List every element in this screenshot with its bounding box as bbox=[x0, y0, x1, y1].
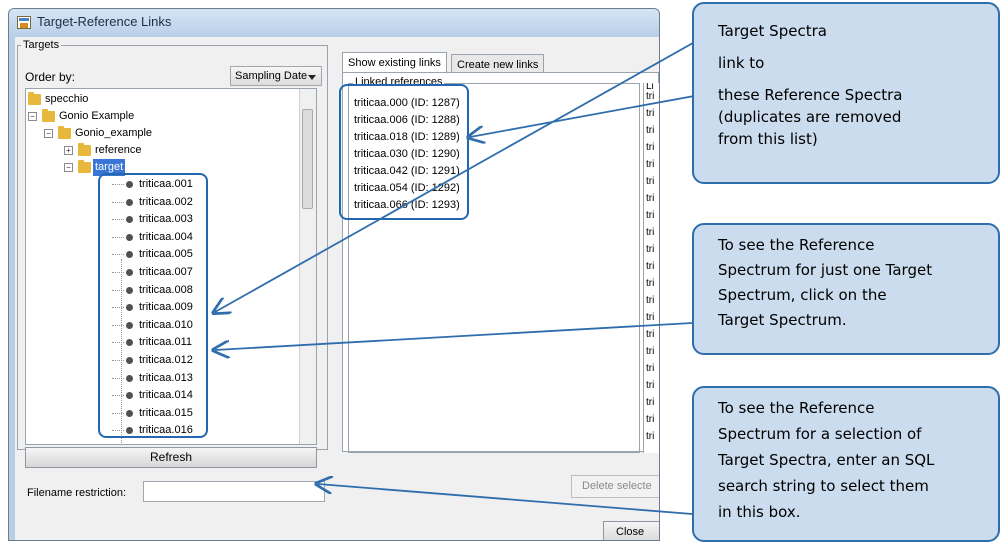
callout-text: from this list) bbox=[718, 130, 818, 148]
callout-text: search string to select them bbox=[718, 477, 929, 495]
arrow-filename-box bbox=[318, 484, 693, 515]
callout-text: To see the Reference bbox=[718, 399, 875, 417]
arrow-target-spectra bbox=[215, 29, 717, 312]
callout-text: in this box. bbox=[718, 503, 801, 521]
callout-text: Target Spectra bbox=[718, 22, 827, 40]
callout-text: Spectrum, click on the bbox=[718, 286, 887, 304]
callout-selection: To see the Reference Spectrum for a sele… bbox=[692, 386, 1000, 542]
callout-text: Spectrum for just one Target bbox=[718, 261, 933, 279]
arrow-one-target bbox=[215, 322, 693, 350]
callout-text: these Reference Spectra bbox=[718, 86, 903, 104]
callout-target-links: Target Spectra link to these Reference S… bbox=[692, 2, 1000, 184]
callout-one-target: To see the Reference Spectrum for just o… bbox=[692, 223, 1000, 355]
callout-text: Spectrum for a selection of bbox=[718, 425, 922, 443]
callout-text: (duplicates are removed bbox=[718, 108, 902, 126]
callout-text: Target Spectra, enter an SQL bbox=[718, 451, 935, 469]
callout-text: To see the Reference bbox=[718, 236, 875, 254]
callout-text: Target Spectrum. bbox=[718, 311, 847, 329]
callout-text: link to bbox=[718, 54, 765, 72]
